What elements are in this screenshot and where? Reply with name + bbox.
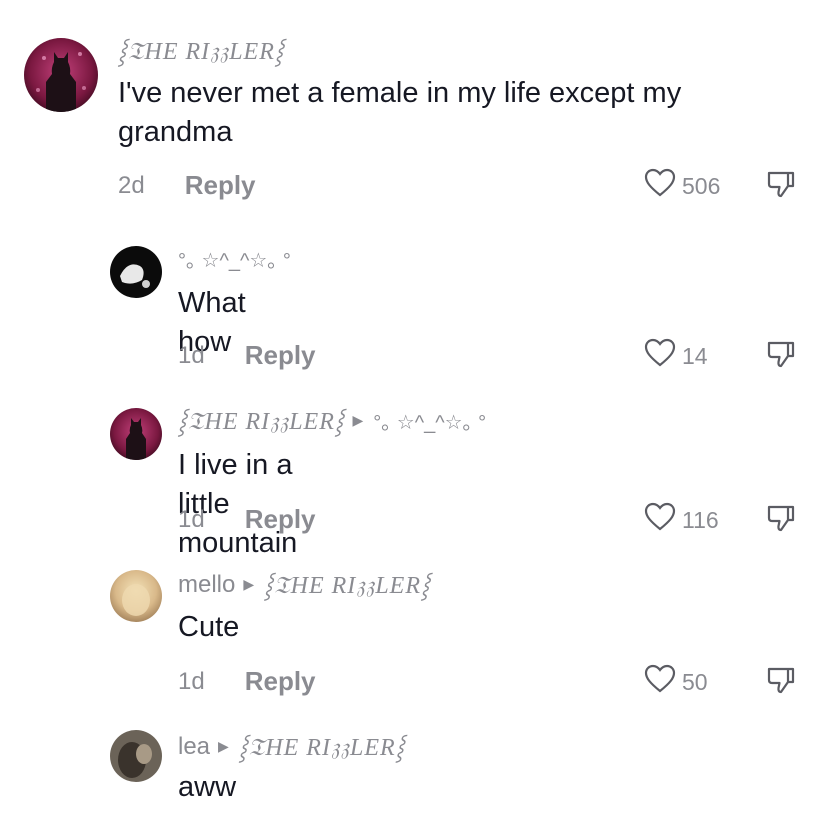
reply-button[interactable]: Reply bbox=[245, 666, 316, 697]
comment-username[interactable]: mello bbox=[178, 571, 235, 599]
heart-outline-icon bbox=[644, 502, 676, 538]
comment-text: I've never met a female in my life excep… bbox=[118, 77, 682, 148]
comment-username[interactable]: lea bbox=[178, 733, 210, 761]
comment-text: aww bbox=[178, 771, 237, 803]
reply-button[interactable]: Reply bbox=[245, 504, 316, 535]
triangle-right-icon: ▶ bbox=[218, 738, 229, 754]
like-count: 50 bbox=[682, 668, 708, 695]
avatar[interactable] bbox=[110, 570, 162, 622]
like-button[interactable]: 14 bbox=[644, 338, 708, 374]
like-count: 14 bbox=[682, 342, 708, 369]
reply-to-username[interactable]: °｡ ☆^_^☆｡ ° bbox=[373, 406, 486, 435]
heart-outline-icon bbox=[644, 664, 676, 700]
comment-time: 2d bbox=[118, 171, 145, 199]
like-count: 116 bbox=[682, 506, 719, 533]
comment-text: Cute bbox=[178, 611, 240, 643]
avatar[interactable] bbox=[110, 246, 162, 298]
reply-button[interactable]: Reply bbox=[185, 170, 256, 201]
comment-username[interactable]: ⸾𝔗HE RI𝔷𝔷LER⸾ bbox=[178, 404, 344, 437]
comment-time: 1d bbox=[178, 667, 205, 695]
comment-time: 1d bbox=[178, 341, 205, 369]
like-button[interactable]: 116 bbox=[644, 502, 719, 538]
comment-time: 1d bbox=[178, 505, 205, 533]
avatar[interactable] bbox=[110, 408, 162, 460]
thumbs-down-icon[interactable] bbox=[766, 666, 796, 699]
like-button[interactable]: 506 bbox=[644, 168, 720, 204]
avatar[interactable] bbox=[110, 730, 162, 782]
like-count: 506 bbox=[682, 172, 721, 199]
reply-to-username[interactable]: ⸾𝔗HE RI𝔷𝔷LER⸾ bbox=[239, 730, 405, 763]
thumbs-down-icon[interactable] bbox=[766, 504, 796, 537]
heart-outline-icon bbox=[644, 168, 676, 204]
thumbs-down-icon[interactable] bbox=[766, 170, 796, 203]
like-button[interactable]: 50 bbox=[644, 664, 708, 700]
comment-username[interactable]: °｡ ☆^_^☆｡ ° bbox=[178, 244, 291, 273]
triangle-right-icon: ▶ bbox=[243, 576, 255, 592]
reply-button[interactable]: Reply bbox=[245, 340, 316, 371]
triangle-right-icon: ▶ bbox=[352, 412, 364, 428]
comment-username[interactable]: ⸾𝔗HE RI𝔷𝔷LER⸾ bbox=[118, 34, 284, 67]
reply-to-username[interactable]: ⸾𝔗HE RI𝔷𝔷LER⸾ bbox=[264, 568, 430, 601]
thumbs-down-icon[interactable] bbox=[766, 340, 796, 373]
avatar[interactable] bbox=[24, 38, 98, 112]
heart-outline-icon bbox=[644, 338, 676, 374]
